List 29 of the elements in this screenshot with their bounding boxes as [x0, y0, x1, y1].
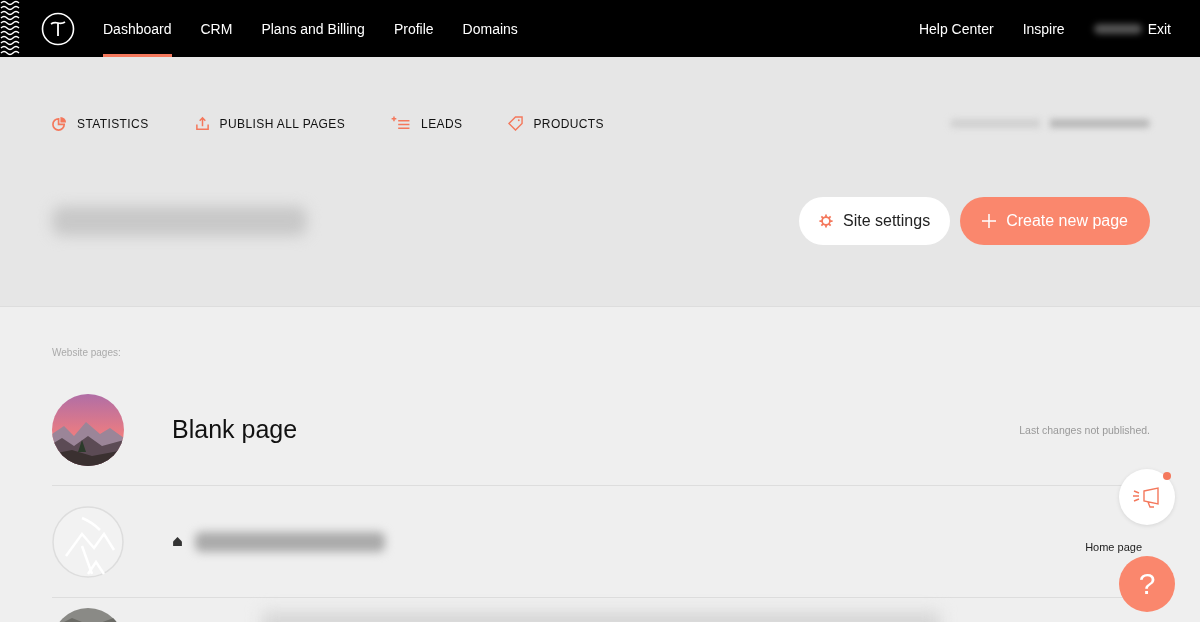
- nav-tab[interactable]: Domains: [462, 0, 518, 57]
- wave-pattern-icon: [0, 0, 20, 57]
- toolbar-link[interactable]: PRODUCTS: [508, 116, 604, 131]
- upload-icon: [194, 116, 210, 131]
- megaphone-icon: [1132, 485, 1162, 509]
- blurred-text-drawing: [1093, 23, 1142, 34]
- logo-icon[interactable]: [41, 11, 75, 46]
- pie-chart-icon: [52, 116, 67, 131]
- mountain-logo-icon: [52, 505, 124, 578]
- nav-tab[interactable]: CRM: [200, 0, 233, 57]
- toolbar-link[interactable]: PUBLISH ALL PAGES: [194, 116, 346, 131]
- plus-icon: [982, 214, 997, 228]
- page-status: Home page: [1085, 541, 1142, 553]
- settings-icon: [819, 214, 833, 228]
- toolbar-link[interactable]: STATISTICS: [52, 116, 149, 131]
- toolbar-link[interactable]: LEADS: [391, 116, 463, 131]
- exit-link[interactable]: Exit: [1147, 20, 1171, 37]
- page-status: Last changes not published.: [1019, 423, 1150, 436]
- home-icon: [172, 536, 183, 547]
- tag-icon: [508, 116, 524, 131]
- announcement-button[interactable]: [1119, 469, 1175, 525]
- add-list-icon: [391, 116, 412, 131]
- nav-link[interactable]: Inspire: [1022, 20, 1065, 37]
- nav-tab[interactable]: Plans and Billing: [261, 0, 365, 57]
- site-settings-button[interactable]: Site settings: [799, 197, 951, 245]
- nav-link[interactable]: Help Center: [918, 20, 994, 37]
- section-heading: Website pages:: [52, 347, 122, 358]
- nav-tab[interactable]: Profile: [393, 0, 434, 57]
- page-title-link[interactable]: Blank page: [172, 415, 298, 444]
